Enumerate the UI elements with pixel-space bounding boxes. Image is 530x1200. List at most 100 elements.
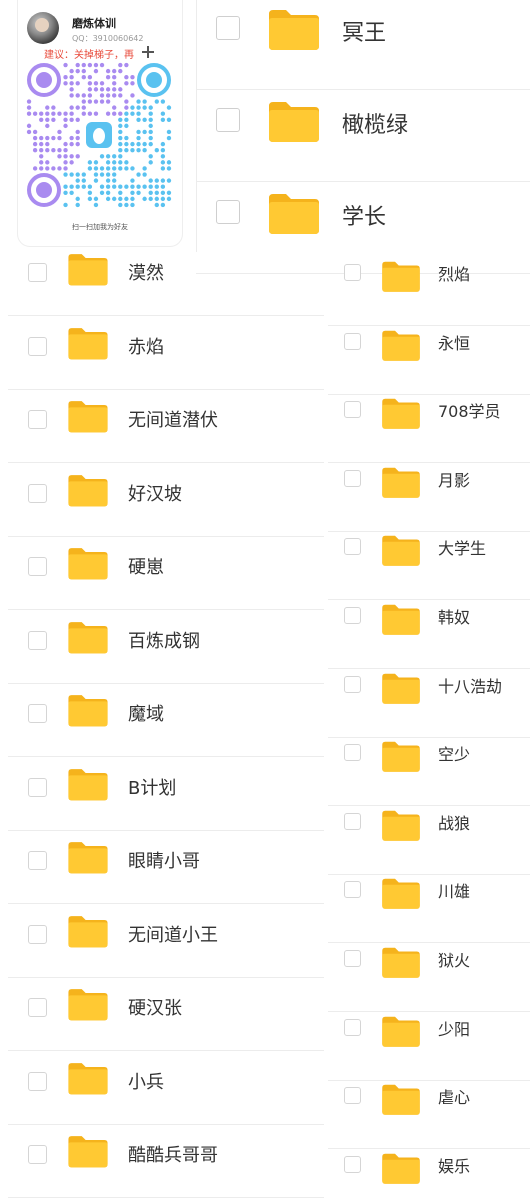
folder-row[interactable]: 魔域 <box>8 684 324 757</box>
checkbox-icon[interactable] <box>28 1071 47 1091</box>
checkbox-icon[interactable] <box>28 410 47 429</box>
folder-row[interactable]: 硬汉张 <box>8 978 324 1051</box>
checkbox-icon[interactable] <box>344 675 361 693</box>
folder-name[interactable]: 月影 <box>438 467 470 491</box>
folder-icon <box>380 327 422 363</box>
folder-name[interactable]: 韩奴 <box>438 604 470 628</box>
checkbox-icon[interactable] <box>28 557 47 576</box>
folder-icon <box>66 325 110 361</box>
checkbox-icon[interactable] <box>344 401 361 419</box>
folder-icon <box>66 692 110 728</box>
folder-row[interactable]: 娱乐 <box>328 1150 530 1200</box>
checkbox-icon[interactable] <box>28 483 47 503</box>
folder-row[interactable]: 橄榄绿 <box>196 92 530 182</box>
checkbox-icon[interactable] <box>28 924 47 944</box>
checkbox-icon[interactable] <box>344 744 361 762</box>
folder-row[interactable]: 小兵 <box>8 1052 324 1125</box>
folder-icon <box>66 398 110 434</box>
folder-row[interactable]: 708学员 <box>328 395 530 464</box>
checkbox-icon[interactable] <box>28 998 47 1017</box>
folder-row[interactable]: 好汉坡 <box>8 464 324 537</box>
checkbox-icon[interactable] <box>344 538 361 556</box>
folder-name[interactable]: 大学生 <box>438 535 486 559</box>
folder-name[interactable]: 永恒 <box>438 330 470 354</box>
folder-row[interactable]: 虐心 <box>328 1081 530 1150</box>
checkbox-icon[interactable] <box>344 607 361 624</box>
folder-name[interactable]: 眼睛小哥 <box>128 847 200 873</box>
folder-name[interactable]: 少阳 <box>438 1016 470 1040</box>
folder-row[interactable]: 大学生 <box>328 532 530 601</box>
folder-row[interactable]: 狱火 <box>328 944 530 1012</box>
folder-name[interactable]: 川雄 <box>438 878 470 902</box>
folder-row[interactable]: 空少 <box>328 738 530 807</box>
folder-name[interactable]: 橄榄绿 <box>342 107 408 139</box>
checkbox-icon[interactable] <box>28 777 47 797</box>
checkbox-icon[interactable] <box>28 851 47 870</box>
folder-row[interactable]: 烈焰 <box>328 258 530 326</box>
checkbox-icon[interactable] <box>216 16 240 40</box>
folder-icon <box>380 601 422 637</box>
contact-qq-number: QQ：3910060642 <box>72 34 144 43</box>
folder-name[interactable]: 百炼成钢 <box>128 627 200 653</box>
folder-icon <box>380 532 422 568</box>
folder-row[interactable]: 百炼成钢 <box>8 611 324 684</box>
checkbox-icon[interactable] <box>216 108 240 132</box>
checkbox-icon[interactable] <box>344 1018 361 1036</box>
folder-name[interactable]: 冥王 <box>342 15 386 47</box>
folder-icon <box>380 944 422 980</box>
folder-name[interactable]: 好汉坡 <box>128 480 182 506</box>
folder-name[interactable]: 虐心 <box>438 1084 470 1108</box>
checkbox-icon[interactable] <box>216 200 240 224</box>
folder-name[interactable]: 708学员 <box>438 398 501 422</box>
folder-name[interactable]: 硬汉张 <box>128 994 182 1020</box>
folder-row[interactable]: 无间道小王 <box>8 905 324 978</box>
checkbox-icon[interactable] <box>28 704 47 723</box>
folder-row[interactable]: 战狼 <box>328 807 530 875</box>
folder-name[interactable]: 狱火 <box>438 947 470 971</box>
folder-name[interactable]: 十八浩劫 <box>438 673 502 697</box>
folder-row[interactable]: 硬崽 <box>8 537 324 610</box>
folder-name[interactable]: 无间道小王 <box>128 921 218 947</box>
folder-name[interactable]: 魔域 <box>128 700 164 726</box>
checkbox-icon[interactable] <box>28 263 47 282</box>
checkbox-icon[interactable] <box>28 630 47 650</box>
folder-name[interactable]: 酷酷兵哥哥 <box>128 1141 218 1167</box>
checkbox-icon[interactable] <box>28 1145 47 1164</box>
checkbox-icon[interactable] <box>344 1087 361 1105</box>
folder-row[interactable]: 漠然 <box>8 243 324 316</box>
folder-row[interactable]: B计划 <box>8 758 324 831</box>
folder-row[interactable]: 韩奴 <box>328 601 530 669</box>
folder-row[interactable]: 赤焰 <box>8 317 324 390</box>
checkbox-icon[interactable] <box>344 881 361 899</box>
folder-name[interactable]: 娱乐 <box>438 1153 470 1177</box>
folder-icon <box>380 1013 422 1049</box>
folder-name[interactable]: 无间道潜伏 <box>128 406 218 432</box>
folder-row[interactable]: 少阳 <box>328 1013 530 1081</box>
folder-name[interactable]: 漠然 <box>128 259 164 285</box>
folder-row[interactable]: 冥王 <box>196 0 530 90</box>
folder-row[interactable]: 无间道潜伏 <box>8 390 324 463</box>
folder-row[interactable]: 川雄 <box>328 875 530 944</box>
folder-name[interactable]: 空少 <box>438 741 470 765</box>
checkbox-icon[interactable] <box>344 332 361 350</box>
folder-row[interactable]: 酷酷兵哥哥 <box>8 1125 324 1198</box>
checkbox-icon[interactable] <box>344 812 361 830</box>
folder-name[interactable]: 烈焰 <box>438 261 470 285</box>
folder-name[interactable]: 赤焰 <box>128 333 164 359</box>
folder-name[interactable]: B计划 <box>128 774 176 800</box>
folder-row[interactable]: 十八浩劫 <box>328 670 530 738</box>
folder-name[interactable]: 小兵 <box>128 1068 164 1094</box>
folder-row[interactable]: 月影 <box>328 464 530 532</box>
folder-row[interactable]: 眼睛小哥 <box>8 831 324 904</box>
checkbox-icon[interactable] <box>344 469 361 487</box>
folder-name[interactable]: 战狼 <box>438 810 470 834</box>
folder-name[interactable]: 学长 <box>342 199 386 231</box>
checkbox-icon[interactable] <box>344 950 361 967</box>
contact-name: 磨炼体训 <box>72 17 116 30</box>
checkbox-icon[interactable] <box>344 264 361 281</box>
folder-icon <box>66 913 110 949</box>
folder-row[interactable]: 永恒 <box>328 327 530 395</box>
checkbox-icon[interactable] <box>344 1155 361 1173</box>
checkbox-icon[interactable] <box>28 336 47 356</box>
folder-name[interactable]: 硬崽 <box>128 553 164 579</box>
